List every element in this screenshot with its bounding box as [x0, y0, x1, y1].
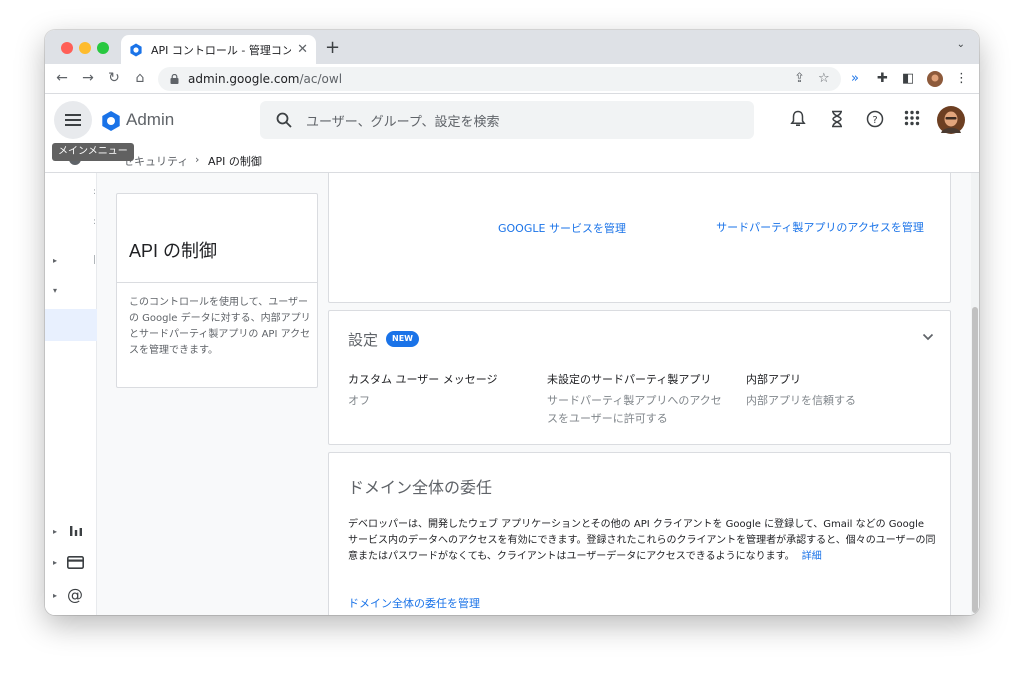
account-avatar[interactable] [937, 106, 965, 134]
new-badge: NEW [386, 331, 419, 347]
lock-icon [170, 74, 179, 84]
admin-logo-icon[interactable] [100, 110, 122, 132]
settings-card[interactable]: 設定 NEW カスタム ユーザー メッセージ オフ 未設定のサードパーティ製アプ… [328, 310, 951, 445]
custom-message-value: オフ [348, 394, 370, 407]
search-icon [276, 112, 292, 128]
admin-favicon-icon [130, 43, 142, 56]
url-path: /ac/owl [299, 72, 343, 86]
sidebar-item-active[interactable] [45, 309, 97, 341]
sidebar-collapsed-label: : [93, 217, 97, 227]
custom-message-heading: カスタム ユーザー メッセージ [348, 373, 498, 386]
reload-icon[interactable]: ↻ [105, 70, 123, 86]
main-menu-tooltip: メインメニュー [52, 143, 134, 161]
tab-bar: API コントロール - 管理コンソール ✕ + ⌄ [45, 30, 979, 64]
url-text: admin.google.com/ac/owl [188, 72, 342, 86]
collapse-caret-icon[interactable]: ▾ [53, 286, 57, 295]
manage-google-services-link[interactable]: GOOGLE サービスを管理 [498, 220, 626, 236]
breadcrumb-current: API の制御 [208, 155, 262, 168]
unconfigured-apps-value: サードパーティ製アプリへのアクセスをユーザーに許可する [547, 394, 722, 425]
manage-third-party-apps-link[interactable]: サードパーティ製アプリのアクセスを管理 [715, 220, 925, 236]
admin-header: Admin ユーザー、グループ、設定を検索 ? [45, 95, 979, 145]
billing-card-icon[interactable] [67, 556, 84, 569]
breadcrumb: セキュリティ › API の制御 [45, 145, 979, 173]
svg-text:?: ? [872, 115, 877, 126]
breadcrumb-separator-icon: › [195, 153, 200, 166]
url-host: admin.google.com [188, 72, 300, 86]
description-card: API の制御 このコントロールを使用して、ユーザーの Google データに対… [116, 193, 318, 388]
delegation-title: ドメイン全体の委任 [348, 478, 493, 497]
page-title: API の制御 [129, 241, 218, 261]
home-icon[interactable]: ⌂ [131, 70, 149, 86]
new-tab-button[interactable]: + [325, 37, 340, 58]
unconfigured-apps-heading: 未設定のサードパーティ製アプリ [547, 373, 712, 386]
apps-grid-icon[interactable] [904, 110, 920, 126]
divider [117, 282, 317, 283]
tab-search-icon[interactable]: ⌄ [957, 39, 965, 50]
description-text: このコントロールを使用して、ユーザーの Google データに対する、内部アプリ… [129, 297, 311, 356]
internal-apps-heading: 内部アプリ [746, 373, 801, 386]
expand-caret-icon[interactable]: ▸ [53, 256, 57, 265]
minimize-window-button[interactable] [79, 42, 91, 54]
manage-delegation-link[interactable]: ドメイン全体の委任を管理 [348, 595, 480, 611]
settings-title: 設定 [348, 331, 379, 349]
hourglass-icon[interactable] [830, 110, 844, 128]
bookmark-star-icon[interactable]: ☆ [818, 71, 830, 86]
delegation-body: デベロッパーは、開発したウェブ アプリケーションとその他の API クライアント… [348, 517, 936, 565]
app-title[interactable]: Admin [126, 110, 174, 130]
chevron-down-icon[interactable] [922, 333, 934, 341]
internal-apps-value: 内部アプリを信頼する [746, 394, 856, 407]
browser-menu-icon[interactable]: ⋮ [955, 71, 968, 86]
learn-more-link[interactable]: 詳細 [802, 551, 822, 562]
forward-icon[interactable]: → [79, 70, 97, 86]
reports-bar-chart-icon[interactable] [69, 524, 83, 536]
search-input[interactable]: ユーザー、グループ、設定を検索 [260, 101, 754, 139]
sidebar-collapsed-label: | [93, 255, 97, 265]
puzzle-icon[interactable]: ✚ [877, 71, 888, 86]
browser-window: API コントロール - 管理コンソール ✕ + ⌄ ← → ↻ ⌂ admin… [45, 30, 979, 615]
sidebar-collapsed-label: : [93, 187, 97, 197]
zoom-window-button[interactable] [97, 42, 109, 54]
expand-caret-icon[interactable]: ▸ [53, 591, 57, 600]
domain-delegation-card: ドメイン全体の委任 デベロッパーは、開発したウェブ アプリケーションとその他の … [328, 452, 951, 615]
side-panel-icon[interactable]: ◧ [902, 71, 914, 86]
back-icon[interactable]: ← [53, 70, 71, 86]
share-icon[interactable]: ⇪ [794, 71, 805, 86]
main-menu-button[interactable] [54, 101, 92, 139]
help-icon[interactable]: ? [866, 110, 884, 128]
hamburger-icon [65, 114, 81, 126]
expand-caret-icon[interactable]: ▸ [53, 527, 57, 536]
main-content: : : ▸ | ▾ ▸ ▸ ▸ @ API の制御 このコントロールを使用して、… [45, 173, 979, 615]
scrollbar-thumb[interactable] [972, 307, 978, 613]
expand-caret-icon[interactable]: ▸ [53, 558, 57, 567]
app-access-card: GOOGLE サービスを管理 サードパーティ製アプリのアクセスを管理 [328, 173, 951, 303]
bell-icon[interactable] [790, 110, 806, 128]
browser-toolbar: ← → ↻ ⌂ admin.google.com/ac/owl ⇪ ☆ » ✚ … [45, 64, 979, 94]
sidebar: : : ▸ | ▾ ▸ ▸ ▸ @ [45, 173, 97, 615]
delegation-body-text: デベロッパーは、開発したウェブ アプリケーションとその他の API クライアント… [348, 519, 936, 562]
profile-avatar-small[interactable] [927, 71, 943, 87]
domains-at-icon[interactable]: @ [67, 585, 83, 604]
extension-icon[interactable]: » [851, 71, 859, 86]
browser-tab[interactable]: API コントロール - 管理コンソール ✕ [121, 35, 316, 64]
page-scrollbar[interactable] [971, 173, 979, 615]
close-window-button[interactable] [61, 42, 73, 54]
tab-close-icon[interactable]: ✕ [297, 42, 308, 57]
address-bar[interactable]: admin.google.com/ac/owl ⇪ ☆ [158, 67, 841, 91]
tab-title: API コントロール - 管理コンソール [151, 43, 292, 57]
search-placeholder: ユーザー、グループ、設定を検索 [306, 114, 500, 130]
